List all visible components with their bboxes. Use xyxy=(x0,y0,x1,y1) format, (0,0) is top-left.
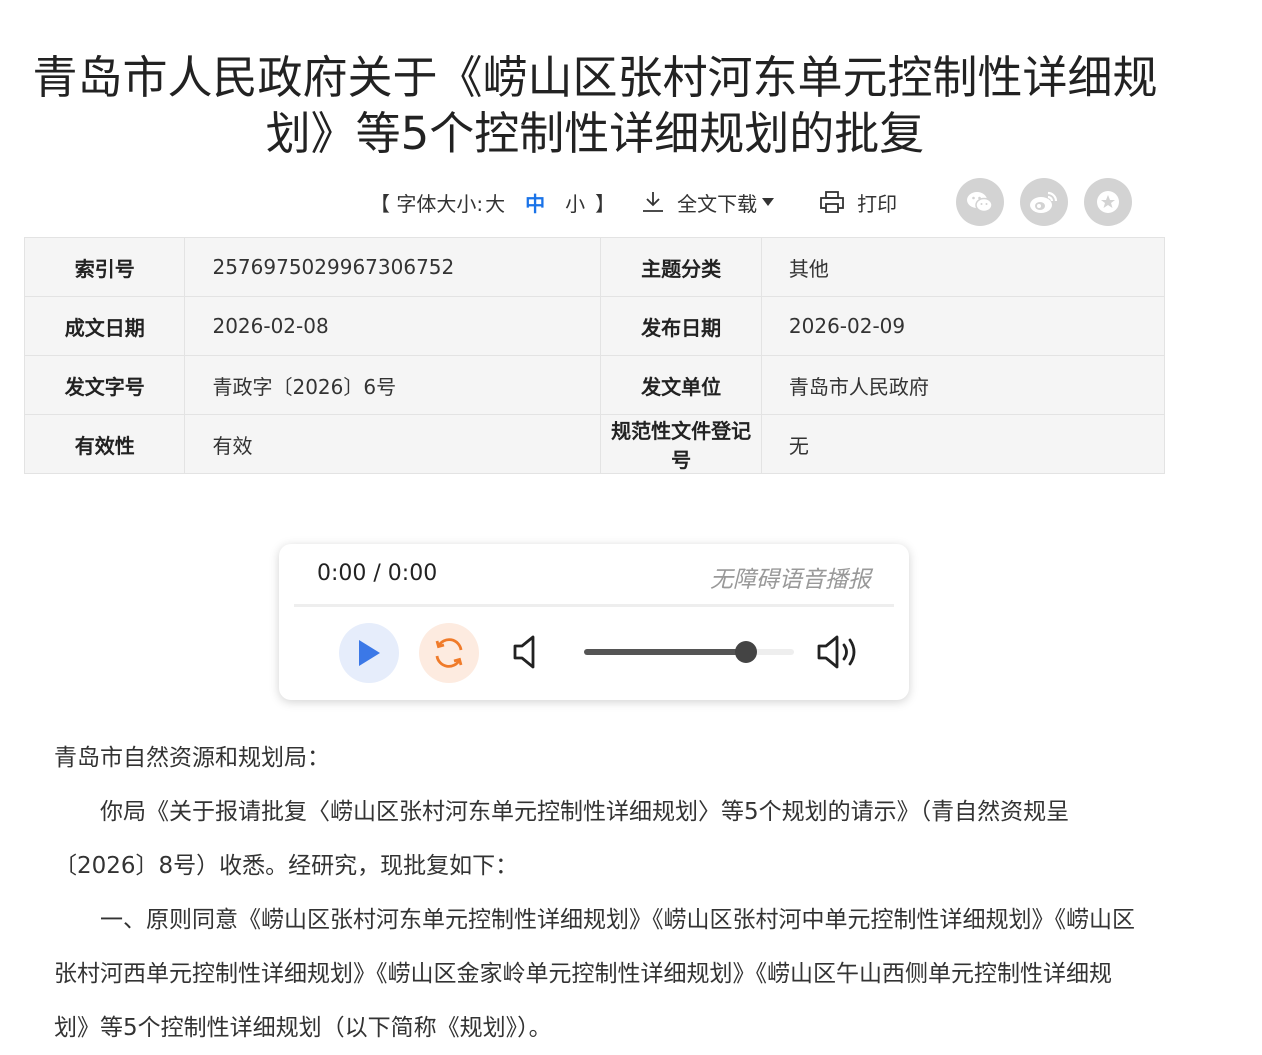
font-size-label: 【 字体大小: xyxy=(370,191,484,216)
meta-value: 青岛市人民政府 xyxy=(760,355,1166,415)
table-row: 成文日期 2026-02-08 发布日期 2026-02-09 xyxy=(23,296,1166,356)
meta-value: 2026-02-09 xyxy=(760,296,1166,356)
volume-mute-button[interactable] xyxy=(511,632,543,676)
wechat-icon xyxy=(967,192,993,213)
table-row: 有效性 有效 规范性文件登记号 无 xyxy=(23,414,1166,474)
play-icon xyxy=(359,640,380,666)
meta-key: 成文日期 xyxy=(23,296,186,356)
meta-key: 规范性文件登记号 xyxy=(600,414,762,474)
speaker-low-icon xyxy=(513,635,535,669)
article-body: 青岛市自然资源和规划局： 你局《关于报请批复〈崂山区张村河东单元控制性详细规划〉… xyxy=(54,731,1144,1055)
article-toolbar: 【 字体大小: 大 中 小 】 全文下载 打印 xyxy=(370,178,1150,226)
font-size-bracket: 】 xyxy=(595,191,616,216)
favorite-icon xyxy=(1097,191,1119,213)
meta-key: 发文单位 xyxy=(600,355,762,415)
printer-icon xyxy=(820,191,845,213)
speaker-high-icon xyxy=(817,635,856,669)
weibo-icon xyxy=(1030,191,1058,213)
meta-value: 2576975029967306752 xyxy=(184,237,602,297)
print-button[interactable]: 打印 xyxy=(819,188,897,217)
accessibility-voice-label: 无障碍语音播报 xyxy=(710,567,871,593)
download-label: 全文下载 xyxy=(677,191,758,216)
meta-key: 主题分类 xyxy=(600,237,762,297)
page-title: 青岛市人民政府关于《崂山区张村河东单元控制性详细规划》等5个控制性详细规划的批复 xyxy=(32,51,1158,160)
share-favorite-button[interactable] xyxy=(1084,178,1132,226)
volume-fill xyxy=(584,649,746,655)
playback-time: 0:00 / 0:00 xyxy=(317,561,438,586)
print-label: 打印 xyxy=(857,191,898,216)
audio-player: 0:00 / 0:00 无障碍语音播报 xyxy=(279,544,909,700)
meta-value: 青政字〔2026〕6号 xyxy=(184,355,602,415)
share-buttons xyxy=(956,178,1132,226)
paragraph: 你局《关于报请批复〈崂山区张村河东单元控制性详细规划〉等5个规划的请示》（青自然… xyxy=(54,799,1070,879)
meta-key: 发文字号 xyxy=(23,355,186,415)
meta-value: 其他 xyxy=(760,237,1166,297)
meta-value: 有效 xyxy=(184,414,602,474)
share-wechat-button[interactable] xyxy=(956,178,1004,226)
caret-down-icon xyxy=(762,198,775,206)
paragraph: 一、原则同意《崂山区张村河东单元控制性详细规划》《崂山区张村河中单元控制性详细规… xyxy=(54,907,1135,1041)
meta-value: 2026-02-08 xyxy=(184,296,602,356)
download-button[interactable]: 全文下载 xyxy=(641,188,787,217)
volume-slider[interactable] xyxy=(584,641,794,663)
font-size-large[interactable]: 大 xyxy=(485,188,505,217)
salutation: 青岛市自然资源和规划局： xyxy=(54,745,330,771)
meta-key: 有效性 xyxy=(23,414,186,474)
font-size-medium[interactable]: 中 xyxy=(525,188,545,217)
document-meta-table: 索引号 2576975029967306752 主题分类 其他 成文日期 202… xyxy=(23,237,1166,474)
table-row: 索引号 2576975029967306752 主题分类 其他 xyxy=(23,237,1166,297)
meta-key: 发布日期 xyxy=(600,296,762,356)
volume-max-button[interactable] xyxy=(815,632,863,676)
meta-value: 无 xyxy=(760,414,1166,474)
player-divider xyxy=(294,604,894,607)
font-size-small[interactable]: 小 xyxy=(565,188,585,217)
volume-knob[interactable] xyxy=(734,641,757,663)
download-icon xyxy=(643,192,664,212)
meta-key: 索引号 xyxy=(23,237,186,297)
share-weibo-button[interactable] xyxy=(1020,178,1068,226)
loop-icon xyxy=(435,638,463,668)
loop-button[interactable] xyxy=(419,623,479,683)
play-button[interactable] xyxy=(339,623,399,683)
table-row: 发文字号 青政字〔2026〕6号 发文单位 青岛市人民政府 xyxy=(23,355,1166,415)
